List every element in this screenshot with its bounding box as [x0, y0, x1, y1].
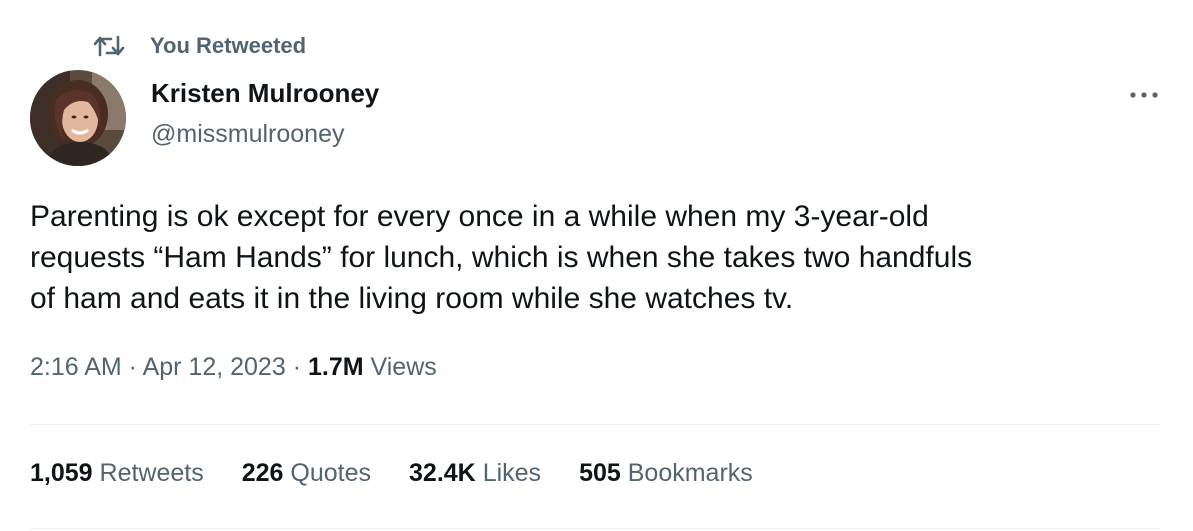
tweet-text: Parenting is ok except for every once in… — [30, 196, 1170, 319]
retweets-stat[interactable]: 1,059 Retweets — [30, 459, 204, 488]
bookmarks-stat[interactable]: 505 Bookmarks — [579, 459, 753, 488]
retweet-icon — [92, 32, 126, 60]
bookmarks-label: Bookmarks — [627, 459, 753, 487]
author-name[interactable]: Kristen Mulrooney — [151, 78, 379, 109]
bookmarks-count: 505 — [579, 459, 621, 487]
views-count: 1.7M — [307, 353, 364, 381]
tweet-meta: 2:16 AM · Apr 12, 2023 · 1.7M Views — [30, 353, 437, 382]
likes-label: Likes — [482, 459, 542, 487]
more-horizontal-icon[interactable] — [1122, 80, 1166, 110]
author-handle[interactable]: @missmulrooney — [151, 120, 344, 149]
avatar[interactable] — [30, 70, 126, 166]
quotes-label: Quotes — [290, 459, 372, 487]
retweet-indicator: You Retweeted — [92, 30, 306, 62]
tweet-time[interactable]: 2:16 AM — [30, 353, 122, 381]
likes-count: 32.4K — [409, 459, 476, 487]
quotes-stat[interactable]: 226 Quotes — [242, 459, 371, 488]
quotes-count: 226 — [241, 459, 284, 487]
tweet-text-line: Parenting is ok except for every once in… — [30, 200, 929, 233]
engagement-stats: 1,059 Retweets 226 Quotes 32.4K Likes 50… — [30, 459, 791, 488]
likes-stat[interactable]: 32.4K Likes — [409, 459, 541, 488]
meta-separator: · — [121, 353, 143, 381]
tweet-date[interactable]: Apr 12, 2023 — [143, 353, 286, 381]
retweets-label: Retweets — [99, 459, 204, 487]
tweet-text-line: of ham and eats it in the living room wh… — [30, 282, 794, 315]
divider — [30, 424, 1161, 425]
retweet-label[interactable]: You Retweeted — [150, 33, 306, 59]
meta-separator: · — [285, 353, 308, 381]
divider — [30, 528, 1161, 529]
tweet-text-line: requests “Ham Hands” for lunch, which is… — [30, 241, 973, 274]
views-label: Views — [370, 353, 437, 381]
retweets-count: 1,059 — [30, 459, 93, 487]
